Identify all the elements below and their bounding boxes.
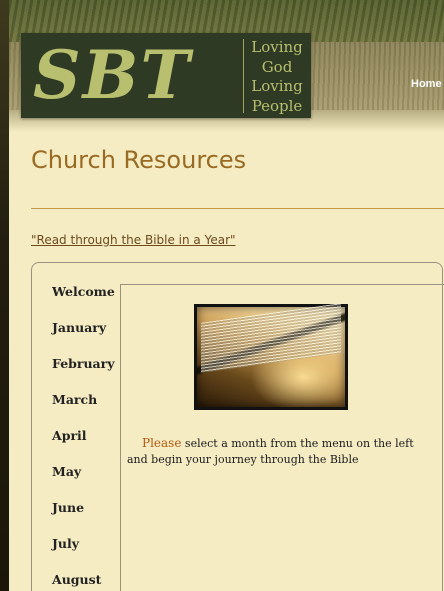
- motto-line: God: [261, 57, 293, 76]
- motto-line: People: [251, 96, 303, 115]
- menu-item-june[interactable]: June: [52, 500, 117, 536]
- page-title: Church Resources: [31, 146, 247, 174]
- menu-item-march[interactable]: March: [52, 392, 117, 428]
- page: SBT Loving God Loving People Home Church…: [0, 0, 444, 591]
- intro-highlight: Please: [142, 436, 182, 450]
- intro-text: Please select a month from the menu on t…: [127, 436, 417, 467]
- bible-pages: [201, 303, 341, 373]
- site-logo[interactable]: SBT Loving God Loving People: [21, 33, 311, 118]
- bible-in-a-year-link[interactable]: "Read through the Bible in a Year": [31, 233, 236, 247]
- title-divider: [31, 208, 444, 209]
- menu-item-welcome[interactable]: Welcome: [52, 284, 117, 320]
- menu-item-february[interactable]: February: [52, 356, 117, 392]
- left-border-strip: [0, 0, 9, 591]
- logo-divider: [243, 39, 244, 113]
- motto-line: Loving: [251, 38, 303, 56]
- motto-line: Loving: [251, 77, 303, 95]
- menu-item-april[interactable]: April: [52, 428, 117, 464]
- month-menu: Welcome January February March April May…: [52, 284, 117, 591]
- menu-item-august[interactable]: August: [52, 572, 117, 591]
- nav-home-link[interactable]: Home: [411, 78, 442, 90]
- menu-item-january[interactable]: January: [52, 320, 117, 356]
- menu-item-july[interactable]: July: [52, 536, 117, 572]
- logo-motto: Loving God Loving People: [247, 38, 307, 116]
- logo-letters: SBT: [33, 36, 192, 114]
- menu-item-may[interactable]: May: [52, 464, 117, 500]
- open-bible-image: [194, 303, 348, 410]
